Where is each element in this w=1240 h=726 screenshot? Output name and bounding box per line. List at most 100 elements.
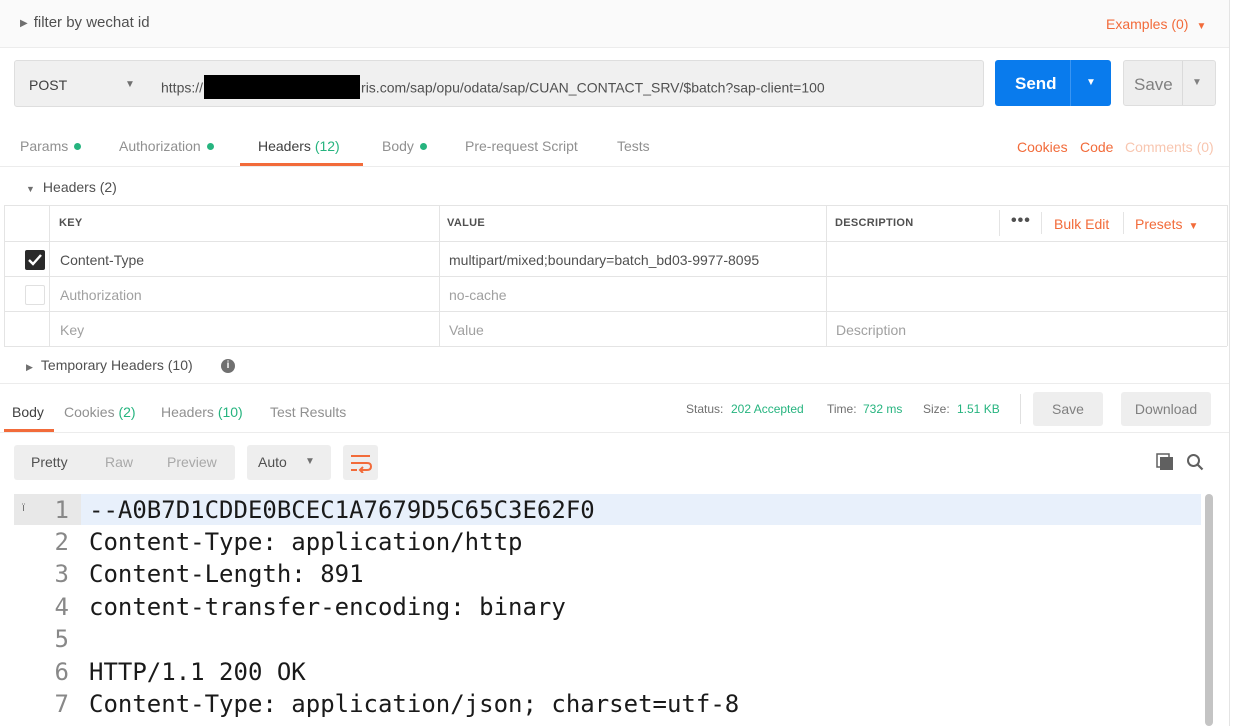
tab-tests[interactable]: Tests [617,138,650,154]
status-label: Status: [686,402,724,416]
divider [4,205,5,346]
code-link[interactable]: Code [1080,139,1113,155]
url-prefix: https:// [161,79,204,96]
scrollbar-thumb[interactable] [1205,494,1213,726]
copy-icon[interactable] [1156,453,1174,476]
code-line[interactable]: --A0B7D1CDDE0BCEC1A7679D5C65C3E62F0 [89,494,595,526]
divider [0,432,1230,433]
save-button[interactable]: Save ▼ [1123,60,1216,106]
divider [1020,394,1021,424]
expand-triangle-icon[interactable]: ▶ [20,18,28,29]
tab-body[interactable]: Body [382,138,427,154]
size-value[interactable]: 1.51 KB [957,402,1000,416]
header-value-cell[interactable]: multipart/mixed;boundary=batch_bd03-9977… [449,252,759,268]
request-name[interactable]: ▶ filter by wechat id [20,14,150,31]
collapse-triangle-icon: ▼ [26,184,35,194]
format-select[interactable]: Auto ▼ [247,445,331,480]
code-line[interactable]: HTTP/1.1 200 OK [89,656,306,688]
divider [4,276,1227,277]
info-icon[interactable]: i [221,359,235,373]
tab-label: Headers [258,138,311,154]
size-label: Size: [923,402,950,416]
line-number: 2 [54,528,69,556]
wrap-lines-button[interactable] [343,445,378,480]
examples-dropdown[interactable]: Examples (0) ▼ [1106,16,1206,32]
divider [1041,212,1042,234]
code-line[interactable]: Content-Type: application/json; charset=… [89,688,739,720]
tab-response-cookies[interactable]: Cookies (2) [64,404,136,420]
status-dot [206,142,214,150]
status-dot [74,142,82,150]
examples-label: Examples (0) [1106,16,1189,32]
view-raw-button[interactable]: Raw [105,454,133,470]
chevron-down-icon: ▼ [305,456,315,467]
divider [439,205,440,346]
divider [0,383,1230,384]
expand-triangle-icon: ▶ [26,362,33,372]
code-line[interactable]: content-transfer-encoding: binary [89,591,566,623]
tab-label: Params [20,138,69,154]
search-icon[interactable] [1186,453,1204,476]
tab-params[interactable]: Params [20,138,82,154]
presets-label: Presets [1135,216,1183,232]
tab-response-headers[interactable]: Headers (10) [161,404,243,420]
cookies-link[interactable]: Cookies [1017,139,1068,155]
header-value-cell[interactable]: no-cache [449,287,507,303]
redacted-block [204,75,361,99]
divider [1182,61,1183,105]
new-key-input[interactable]: Key [60,322,84,338]
bulk-edit-link[interactable]: Bulk Edit [1054,216,1109,232]
tab-authorization[interactable]: Authorization [119,138,214,154]
download-button[interactable]: Download [1121,392,1211,426]
new-value-input[interactable]: Value [449,322,484,338]
chevron-down-icon: ▼ [1188,221,1199,232]
new-description-input[interactable]: Description [836,322,906,338]
tab-response-body[interactable]: Body [12,404,44,420]
tab-label: Headers [161,404,214,420]
divider [826,205,827,346]
more-options-icon[interactable]: ••• [1011,212,1031,230]
divider [1123,212,1124,234]
divider [49,205,50,346]
format-label: Auto [258,454,287,470]
chevron-down-icon: ▼ [1196,21,1207,32]
headers-section-toggle[interactable]: ▼ Headers (2) [26,179,117,195]
column-header-description: DESCRIPTION [835,217,914,229]
code-line[interactable]: Content-Type: application/http [89,526,522,558]
temporary-headers-toggle[interactable]: ▶ Temporary Headers (10) [26,357,193,373]
chevron-down-icon[interactable]: ▼ [1192,77,1202,88]
view-preview-button[interactable]: Preview [167,454,217,470]
tab-headers[interactable]: Headers (12) [258,138,340,154]
method-select[interactable]: POST ▼ [14,60,150,107]
presets-dropdown[interactable]: Presets ▼ [1135,216,1198,232]
header-key-cell[interactable]: Authorization [60,287,142,303]
header-enabled-checkbox[interactable] [25,285,45,305]
status-value[interactable]: 202 Accepted [731,402,804,416]
divider [999,210,1000,236]
url-input[interactable]: https:// ris.com/sap/opu/odata/sap/CUAN_C… [149,60,984,107]
tab-prerequest-script[interactable]: Pre-request Script [465,138,578,154]
url-suffix: ris.com/sap/opu/odata/sap/CUAN_CONTACT_S… [361,79,825,96]
divider [1070,60,1071,106]
section-title: Temporary Headers [40,357,164,373]
header-key-cell[interactable]: Content-Type [60,252,144,268]
tab-count: (12) [314,138,340,154]
send-button[interactable]: Send ▼ [995,60,1111,106]
line-number: 4 [54,593,69,621]
comments-link[interactable]: Comments (0) [1125,139,1214,155]
divider [1227,205,1228,346]
save-response-button[interactable]: Save [1033,392,1103,426]
divider [4,205,1227,206]
window-edge [1230,0,1240,726]
divider [4,311,1227,312]
view-pretty-button[interactable]: Pretty [31,454,68,470]
column-header-value: VALUE [447,217,485,229]
status-dot [419,142,427,150]
chevron-down-icon[interactable]: ▼ [1086,77,1096,88]
section-title: Headers [42,179,96,195]
section-count: (10) [167,357,193,373]
header-enabled-checkbox[interactable] [25,250,45,270]
time-value[interactable]: 732 ms [863,402,902,416]
code-line[interactable]: Content-Length: 891 [89,558,364,590]
tab-test-results[interactable]: Test Results [270,404,346,420]
